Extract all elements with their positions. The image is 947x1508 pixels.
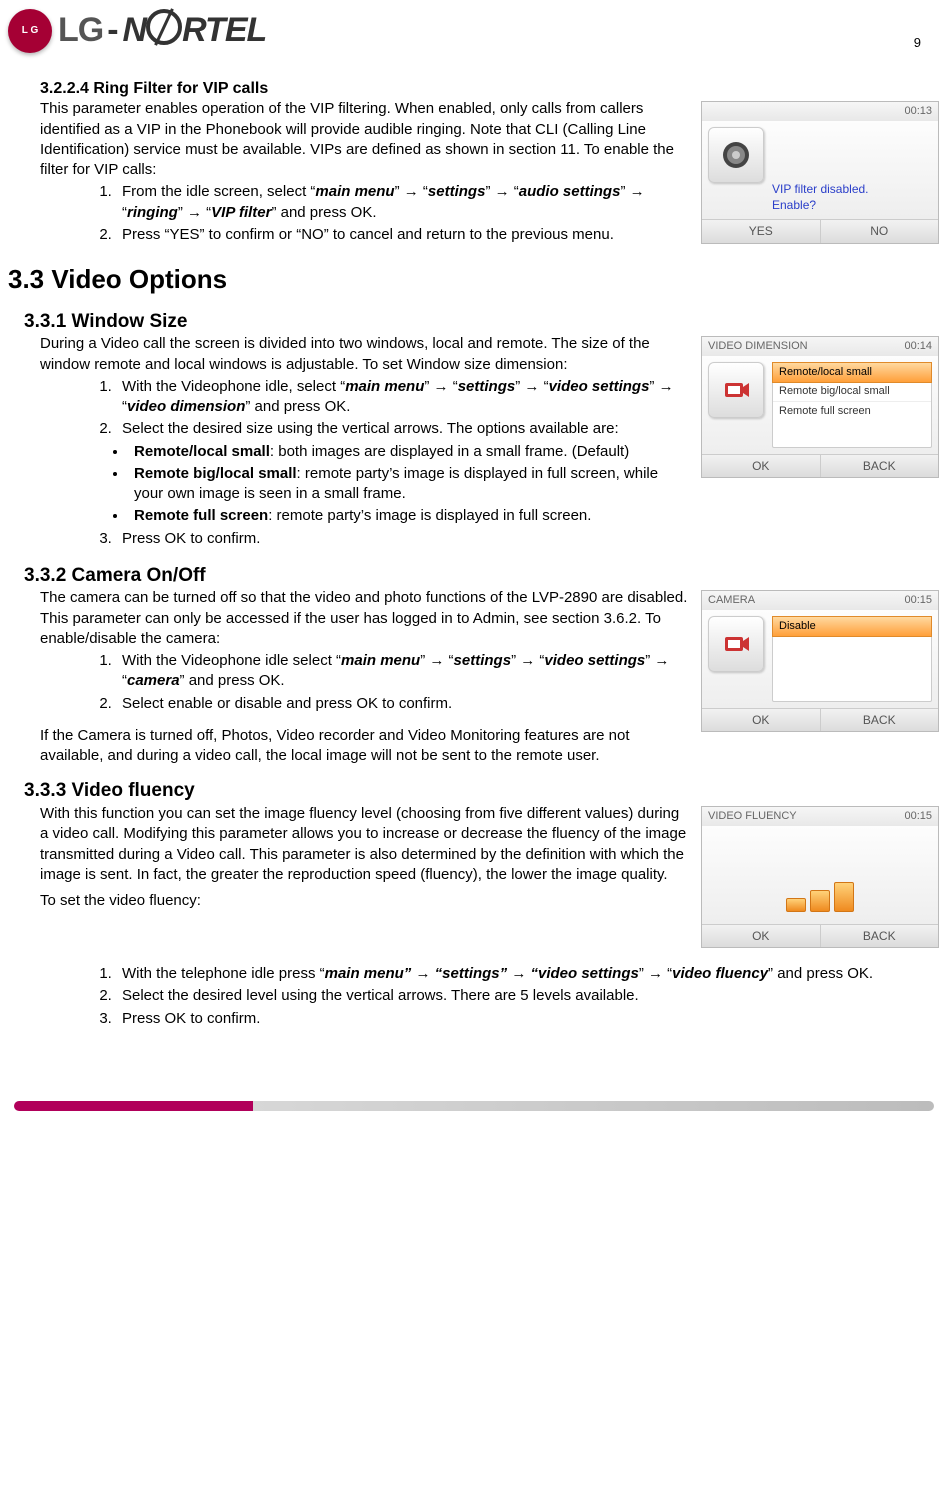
- nortel-globe-icon: [146, 9, 182, 45]
- mini-titlebar: CAMERA 00:15: [702, 591, 938, 610]
- mini-softkeys: OK BACK: [702, 454, 938, 477]
- softkey-ok[interactable]: OK: [702, 709, 820, 731]
- mini-titlebar: VIDEO DIMENSION 00:14: [702, 337, 938, 356]
- step-331-3: Press OK to confirm.: [116, 529, 941, 549]
- step-333-1: With the telephone idle press “main menu…: [116, 964, 941, 984]
- mini-clock: 00:13: [904, 104, 932, 119]
- mini-message-line2: Enable?: [772, 197, 869, 213]
- softkey-back[interactable]: BACK: [820, 455, 939, 477]
- option-remote-local-small[interactable]: Remote/local small: [772, 362, 932, 383]
- screenshot-video-dimension: VIDEO DIMENSION 00:14 Remote/local small…: [701, 336, 939, 478]
- softkey-yes[interactable]: YES: [702, 220, 820, 242]
- option-remote-big-local-small[interactable]: Remote big/local small: [773, 382, 931, 402]
- page-header: L G LG - N RTEL 9: [0, 0, 947, 54]
- option-disable[interactable]: Disable: [772, 616, 932, 637]
- option-list: Remote/local small Remote big/local smal…: [772, 362, 932, 448]
- mini-clock: 00:14: [904, 339, 932, 354]
- mini-softkeys: OK BACK: [702, 708, 938, 731]
- page-content: 3.2.2.4 Ring Filter for VIP calls 00:13 …: [0, 54, 947, 1061]
- step-333-3: Press OK to confirm.: [116, 1009, 941, 1029]
- mini-softkeys: YES NO: [702, 219, 938, 242]
- camera-icon: [708, 616, 764, 672]
- logo-dash: -: [107, 8, 118, 54]
- page-number: 9: [914, 10, 939, 52]
- softkey-ok[interactable]: OK: [702, 455, 820, 477]
- fluency-bars-icon: [708, 832, 932, 912]
- heading-331: 3.3.1 Window Size: [24, 309, 941, 335]
- camera-icon: [708, 362, 764, 418]
- option-remote-full-screen[interactable]: Remote full screen: [773, 402, 931, 421]
- heading-33: 3.3 Video Options: [8, 262, 941, 297]
- softkey-ok[interactable]: OK: [702, 925, 820, 947]
- mini-clock: 00:15: [904, 809, 932, 824]
- lg-text: LG: [58, 8, 103, 54]
- footer-rule: [14, 1101, 934, 1111]
- nortel-n: N: [123, 11, 147, 49]
- bullet-331-3: Remote full screen: remote party’s image…: [128, 506, 941, 526]
- screenshot-video-fluency: VIDEO FLUENCY 00:15 OK BACK: [701, 806, 939, 948]
- steps-333: With the telephone idle press “main menu…: [6, 964, 941, 1029]
- mini-title: VIDEO DIMENSION: [708, 339, 808, 354]
- nortel-text: N RTEL: [123, 8, 267, 54]
- screenshot-vip-filter: 00:13 VIP filter disabled. Enable? YES N…: [701, 101, 939, 243]
- mini-softkeys: OK BACK: [702, 924, 938, 947]
- lg-circle-icon: L G: [8, 9, 52, 53]
- heading-3224: 3.2.2.4 Ring Filter for VIP calls: [40, 78, 941, 100]
- mini-body: [702, 826, 938, 924]
- mini-message-line1: VIP filter disabled.: [772, 181, 869, 197]
- steps-331b: Press OK to confirm.: [6, 529, 941, 549]
- nortel-rtel: RTEL: [182, 11, 266, 49]
- mini-titlebar: 00:13: [702, 102, 938, 121]
- mini-body: Disable: [702, 610, 938, 708]
- mini-titlebar: VIDEO FLUENCY 00:15: [702, 807, 938, 826]
- option-list: Disable: [772, 616, 932, 702]
- mini-body: VIP filter disabled. Enable?: [702, 121, 938, 219]
- softkey-no[interactable]: NO: [820, 220, 939, 242]
- mini-body: Remote/local small Remote big/local smal…: [702, 356, 938, 454]
- step-333-2: Select the desired level using the verti…: [116, 986, 941, 1006]
- mini-message: VIP filter disabled. Enable?: [772, 181, 869, 213]
- heading-333: 3.3.3 Video fluency: [24, 778, 941, 804]
- mini-title: CAMERA: [708, 593, 755, 608]
- softkey-back[interactable]: BACK: [820, 925, 939, 947]
- mini-title: VIDEO FLUENCY: [708, 809, 797, 824]
- speaker-icon: [708, 127, 764, 183]
- softkey-back[interactable]: BACK: [820, 709, 939, 731]
- mini-clock: 00:15: [904, 593, 932, 608]
- screenshot-camera: CAMERA 00:15 Disable OK BACK: [701, 590, 939, 732]
- heading-332: 3.3.2 Camera On/Off: [24, 563, 941, 589]
- lg-nortel-logo: L G LG - N RTEL: [8, 8, 266, 54]
